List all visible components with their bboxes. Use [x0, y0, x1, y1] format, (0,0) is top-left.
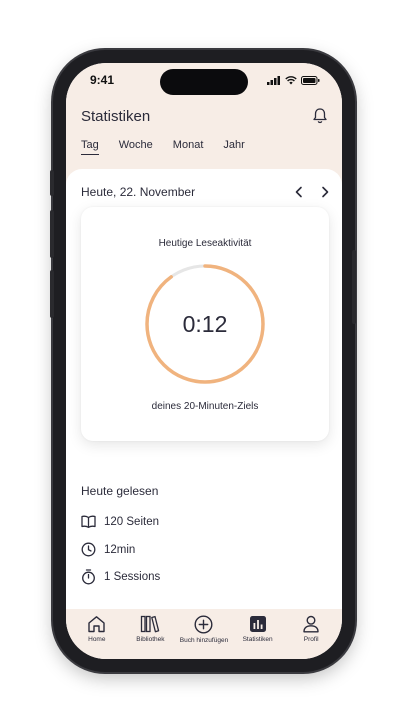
home-icon	[88, 616, 105, 633]
tab-woche[interactable]: Woche	[119, 139, 153, 155]
clock-icon	[81, 542, 96, 557]
time-stat: 12min	[81, 542, 135, 557]
stopwatch-icon	[82, 569, 95, 585]
sessions-stat-text: 1 Sessions	[104, 571, 161, 583]
date-row: Heute, 22. November	[81, 185, 330, 199]
volume-up-button	[50, 210, 54, 258]
date-navigation	[294, 186, 330, 198]
goal-subtitle: deines 20-Minuten-Ziels	[151, 401, 259, 412]
pages-stat: 120 Seiten	[81, 515, 159, 528]
dynamic-island	[160, 69, 248, 95]
nav-profile[interactable]: Profil	[284, 615, 338, 659]
card-title: Heutige Leseaktivität	[158, 238, 252, 249]
nav-home[interactable]: Home	[70, 615, 124, 659]
reading-time-value: 0:12	[182, 310, 228, 337]
nav-add-book-label: Buch hinzufügen	[179, 637, 229, 644]
silent-switch	[50, 170, 54, 196]
nav-library[interactable]: Bibliothek	[124, 615, 178, 659]
power-button	[352, 250, 356, 324]
nav-profile-label: Profil	[303, 636, 319, 643]
tab-tag[interactable]: Tag	[81, 139, 99, 155]
tab-jahr[interactable]: Jahr	[223, 139, 244, 155]
profile-icon	[303, 615, 319, 633]
library-icon	[141, 615, 160, 633]
sessions-stat: 1 Sessions	[81, 569, 160, 585]
bottom-navigation: Home Bibliothek Buch hinzufügen Statisti…	[66, 609, 342, 659]
signal-icon	[267, 75, 280, 85]
page-title: Statistiken	[81, 108, 151, 125]
tab-monat[interactable]: Monat	[173, 139, 204, 155]
content-panel: Heute, 22. November Heutige Leseaktivitä…	[66, 169, 342, 609]
chevron-right-icon[interactable]	[320, 186, 330, 198]
stats-icon	[249, 616, 266, 632]
wifi-icon	[285, 75, 297, 84]
open-book-icon	[81, 515, 96, 528]
reading-activity-card: Heutige Leseaktivität 0:12 deines 20-Min…	[81, 207, 329, 441]
today-read-title: Heute gelesen	[81, 484, 159, 498]
nav-library-label: Bibliothek	[136, 636, 165, 643]
chevron-left-icon[interactable]	[294, 186, 304, 198]
nav-home-label: Home	[88, 636, 106, 643]
bell-icon[interactable]	[312, 107, 328, 124]
status-icons	[267, 75, 320, 85]
battery-icon	[301, 75, 320, 85]
nav-statistics[interactable]: Statistiken	[231, 615, 285, 659]
nav-statistics-label: Statistiken	[242, 636, 273, 643]
time-stat-text: 12min	[104, 543, 136, 556]
add-circle-icon	[194, 615, 213, 634]
volume-down-button	[50, 270, 54, 318]
screen: 9:41 Statistiken Tag Woche Monat Jahr He…	[66, 63, 342, 659]
period-tabs: Tag Woche Monat Jahr	[81, 139, 245, 155]
date-label: Heute, 22. November	[81, 185, 196, 199]
pages-stat-text: 120 Seiten	[104, 515, 159, 528]
nav-add-book[interactable]: Buch hinzufügen	[177, 615, 231, 659]
status-time: 9:41	[90, 73, 115, 87]
